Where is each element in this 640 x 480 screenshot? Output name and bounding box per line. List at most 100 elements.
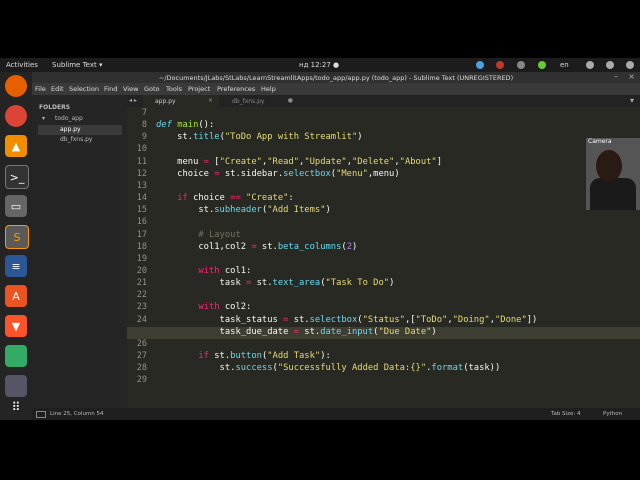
- files-icon[interactable]: ▭: [5, 195, 27, 217]
- clock[interactable]: нд 12:27 ●: [299, 61, 339, 69]
- line-number: 9: [141, 132, 147, 143]
- tab-size[interactable]: Tab Size: 4: [551, 411, 580, 417]
- menu-tools[interactable]: Tools: [166, 85, 182, 93]
- tab-dirty-icon[interactable]: ●: [288, 97, 293, 104]
- line-number: 12: [136, 168, 147, 179]
- globe-icon[interactable]: [5, 345, 27, 367]
- code-line[interactable]: st.success("Successfully Added Data:{}".…: [156, 363, 501, 373]
- line-number: 8: [141, 120, 147, 131]
- line-number: 20: [136, 265, 147, 276]
- cursor-position: Line 25, Column 54: [50, 411, 104, 417]
- code-line[interactable]: st.subheader("Add Items"): [156, 205, 330, 215]
- code-line[interactable]: if choice == "Create":: [156, 193, 294, 203]
- line-number: 22: [136, 290, 147, 301]
- volume-icon[interactable]: [606, 61, 614, 69]
- code-line[interactable]: choice = st.sidebar.selectbox("Menu",men…: [156, 169, 399, 179]
- software-center-icon[interactable]: A: [5, 285, 27, 307]
- network-icon[interactable]: [476, 61, 484, 69]
- sidebar-file-app[interactable]: app.py: [60, 126, 81, 133]
- brave-icon[interactable]: ▼: [5, 315, 27, 337]
- code-line[interactable]: task_due_date = st.date_input("Due Date"…: [156, 327, 437, 337]
- tab-close-icon[interactable]: ×: [208, 97, 213, 104]
- vlc-icon[interactable]: ▲: [5, 135, 27, 157]
- record-icon[interactable]: [496, 61, 504, 69]
- code-line[interactable]: menu = ["Create","Read","Update","Delete…: [156, 157, 442, 167]
- code-editor[interactable]: 7891011121314151617181920212223242526272…: [127, 107, 640, 408]
- menu-goto[interactable]: Goto: [144, 85, 160, 93]
- line-number: 11: [136, 156, 147, 167]
- code-line[interactable]: st.title("ToDo App with Streamlit"): [156, 132, 362, 142]
- code-line[interactable]: if st.button("Add Task"):: [156, 351, 330, 361]
- system-top-bar: Activities Sublime Text ▾ нд 12:27 ● en: [0, 58, 640, 72]
- line-gutter: 7891011121314151617181920212223242526272…: [127, 107, 151, 408]
- line-number: 18: [136, 241, 147, 252]
- line-number: 7: [141, 108, 147, 118]
- sidebar-folder[interactable]: todo_app: [55, 115, 83, 122]
- menu-find[interactable]: Find: [104, 85, 117, 93]
- tab-nav-arrows-icon[interactable]: ◂ ▸: [129, 97, 137, 104]
- line-number: 19: [136, 253, 147, 264]
- webcam-overlay: Camera: [586, 138, 640, 210]
- chrome-icon[interactable]: [5, 105, 27, 127]
- power-icon[interactable]: [626, 61, 634, 69]
- code-line[interactable]: # Layout: [156, 230, 240, 240]
- language-indicator[interactable]: en: [560, 61, 569, 69]
- app-menu-button[interactable]: Sublime Text ▾: [52, 61, 102, 69]
- tab-app-py-label: app.py: [155, 98, 176, 105]
- sublime-text-icon[interactable]: S: [5, 225, 29, 249]
- line-number: 23: [136, 302, 147, 313]
- syntax-mode[interactable]: Python: [603, 411, 622, 417]
- firefox-icon[interactable]: [5, 75, 27, 97]
- line-number: 26: [136, 338, 147, 349]
- menu-view[interactable]: View: [123, 85, 138, 93]
- line-number: 13: [136, 180, 147, 191]
- desktop-screen: Activities Sublime Text ▾ нд 12:27 ● en …: [0, 58, 640, 420]
- webcam-person-head: [596, 150, 622, 182]
- accessibility-icon[interactable]: [586, 61, 594, 69]
- display-icon[interactable]: [5, 375, 27, 397]
- window-title: ~/Documents/JLabs/StLabs/LearnStreamlitA…: [158, 74, 514, 82]
- folder-chevron-icon[interactable]: ▾: [42, 115, 45, 122]
- tab-db-fxns[interactable]: db_fxns.py ●: [223, 95, 299, 107]
- tray-icon[interactable]: [517, 61, 525, 69]
- status-panel-icon[interactable]: [36, 411, 46, 418]
- show-apps-icon[interactable]: ⠿: [5, 398, 27, 416]
- close-button[interactable]: ×: [628, 72, 635, 81]
- code-line[interactable]: task_status = st.selectbox("Status",["To…: [156, 315, 538, 325]
- sidebar-file-db[interactable]: db_fxns.py: [60, 136, 92, 143]
- tab-app-py[interactable]: app.py ×: [143, 95, 219, 107]
- code-line[interactable]: col1,col2 = st.beta_columns(2): [156, 242, 357, 252]
- code-line[interactable]: task = st.text_area("Task To Do"): [156, 278, 395, 288]
- tab-db-fxns-label: db_fxns.py: [232, 98, 265, 105]
- menu-preferences[interactable]: Preferences: [217, 85, 255, 93]
- menu-help[interactable]: Help: [261, 85, 276, 93]
- menu-file[interactable]: File: [35, 85, 46, 93]
- line-number: 24: [136, 314, 147, 325]
- menu-edit[interactable]: Edit: [51, 85, 64, 93]
- code-line[interactable]: with col1:: [156, 266, 251, 276]
- line-number: 27: [136, 351, 147, 361]
- minimize-button[interactable]: –: [614, 72, 618, 81]
- line-number: 17: [136, 229, 147, 240]
- menu-project[interactable]: Project: [188, 85, 210, 93]
- sidebar-file-selected[interactable]: app.py: [38, 125, 122, 135]
- line-number: 28: [136, 363, 147, 374]
- update-icon[interactable]: [538, 61, 546, 69]
- window-title-bar: ~/Documents/JLabs/StLabs/LearnStreamlitA…: [32, 72, 640, 83]
- menu-bar: File Edit Selection Find View Goto Tools…: [32, 83, 640, 95]
- launcher-dock: ▲ >_ ▭ S ≡ A ▼ ⠿: [0, 72, 32, 420]
- activities-button[interactable]: Activities: [6, 61, 38, 69]
- webcam-person-body: [590, 178, 636, 210]
- document-icon[interactable]: ≡: [5, 255, 27, 277]
- code-line[interactable]: with col2:: [156, 302, 251, 312]
- line-number: 21: [136, 278, 147, 289]
- webcam-label: Camera: [588, 138, 612, 145]
- line-number: 10: [136, 144, 147, 155]
- tab-menu-icon[interactable]: ▾: [630, 96, 634, 105]
- status-bar: Line 25, Column 54 Tab Size: 4 Python: [32, 408, 640, 420]
- menu-selection[interactable]: Selection: [69, 85, 99, 93]
- code-line[interactable]: def main():: [156, 120, 214, 130]
- tab-bar: ◂ ▸ app.py × db_fxns.py ● ▾: [127, 95, 640, 107]
- terminal-icon[interactable]: >_: [5, 165, 29, 189]
- sidebar: FOLDERS ▾ todo_app app.py db_fxns.py: [32, 95, 127, 408]
